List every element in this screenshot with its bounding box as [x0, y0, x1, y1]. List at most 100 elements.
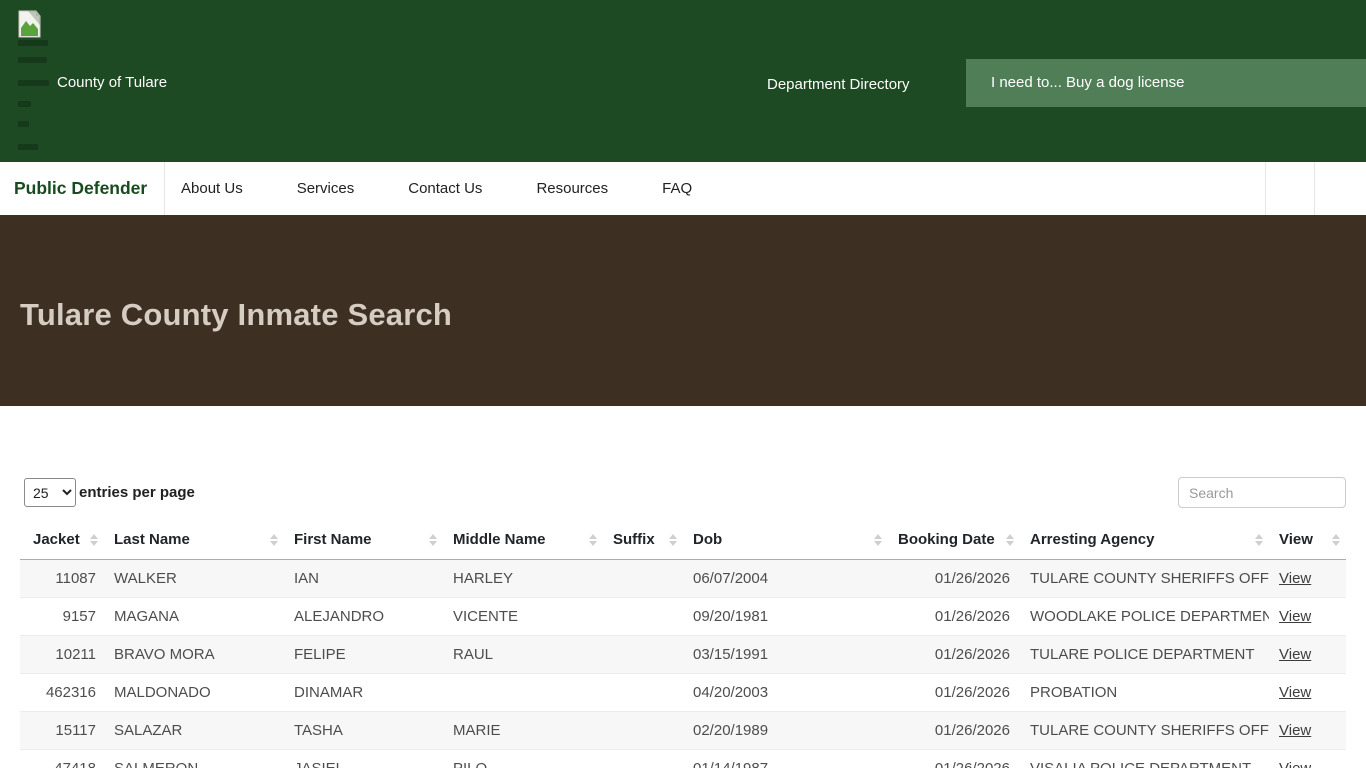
cell-arresting-agency: TULARE COUNTY SHERIFFS OFFICE	[1020, 560, 1269, 598]
view-link[interactable]: View	[1279, 684, 1311, 701]
sort-icon[interactable]	[589, 534, 597, 546]
main-nav: Public Defender About Us Services Contac…	[0, 162, 1366, 215]
cell-suffix	[603, 636, 683, 674]
entries-per-page: 25 entries per page	[24, 478, 195, 507]
column-header-arresting-agency[interactable]: Arresting Agency	[1020, 520, 1269, 560]
cell-middle-name: VICENTE	[443, 598, 603, 636]
cell-first-name: IAN	[284, 560, 443, 598]
cell-first-name: JASIEL	[284, 750, 443, 768]
cell-last-name: SALAZAR	[104, 712, 284, 750]
sort-icon[interactable]	[270, 534, 278, 546]
nav-item-resources[interactable]: Resources	[536, 180, 608, 197]
cell-last-name: SALMERON	[104, 750, 284, 768]
search-input[interactable]	[1178, 477, 1346, 508]
cell-jacket: 11087	[20, 560, 104, 598]
nav-item-about-us[interactable]: About Us	[181, 180, 243, 197]
cell-arresting-agency: VISALIA POLICE DEPARTMENT	[1020, 750, 1269, 768]
nav-item-services[interactable]: Services	[297, 180, 355, 197]
cell-arresting-agency: PROBATION	[1020, 674, 1269, 712]
cell-first-name: ALEJANDRO	[284, 598, 443, 636]
view-link[interactable]: View	[1279, 760, 1311, 768]
cell-jacket: 15117	[20, 712, 104, 750]
column-header-middle-name[interactable]: Middle Name	[443, 520, 603, 560]
sort-icon[interactable]	[1006, 534, 1014, 546]
nav-brand-public-defender[interactable]: Public Defender	[0, 162, 165, 215]
sort-icon[interactable]	[669, 534, 677, 546]
main-content: 25 entries per page Jacket Last Name Fir…	[0, 477, 1366, 768]
cell-middle-name: HARLEY	[443, 560, 603, 598]
sort-icon[interactable]	[90, 534, 98, 546]
entries-per-page-select[interactable]: 25	[24, 478, 76, 507]
cell-dob: 04/20/2003	[683, 674, 888, 712]
sort-icon[interactable]	[429, 534, 437, 546]
cell-dob: 01/14/1987	[683, 750, 888, 768]
cell-view: View	[1269, 560, 1346, 598]
site-name-link[interactable]: County of Tulare	[57, 74, 167, 91]
page-title: Tulare County Inmate Search	[0, 215, 1366, 333]
hidden-menu-line	[18, 101, 31, 107]
nav-item-faq[interactable]: FAQ	[662, 180, 692, 197]
nav-utility-cell[interactable]	[1265, 162, 1314, 215]
cell-booking-date: 01/26/2026	[888, 750, 1020, 768]
cell-jacket: 9157	[20, 598, 104, 636]
cell-arresting-agency: TULARE COUNTY SHERIFFS OFFICE	[1020, 712, 1269, 750]
sort-icon[interactable]	[1332, 534, 1340, 546]
cell-dob: 09/20/1981	[683, 598, 888, 636]
cell-suffix	[603, 598, 683, 636]
cell-dob: 06/07/2004	[683, 560, 888, 598]
entries-per-page-label: entries per page	[79, 484, 195, 501]
view-link[interactable]: View	[1279, 646, 1311, 663]
hero-banner: Tulare County Inmate Search	[0, 215, 1366, 406]
department-directory-link[interactable]: Department Directory	[767, 76, 910, 93]
nav-items: About Us Services Contact Us Resources F…	[165, 162, 692, 215]
hidden-menu-line	[18, 80, 49, 86]
cell-first-name: TASHA	[284, 712, 443, 750]
hidden-menu-line	[18, 40, 48, 46]
cell-first-name: DINAMAR	[284, 674, 443, 712]
column-header-jacket[interactable]: Jacket	[20, 520, 104, 560]
page: County of Tulare Department Directory I …	[0, 0, 1366, 768]
cell-middle-name: RAUL	[443, 636, 603, 674]
view-link[interactable]: View	[1279, 722, 1311, 739]
sort-icon[interactable]	[1255, 534, 1263, 546]
table-header-row: Jacket Last Name First Name Middle Name …	[20, 520, 1346, 560]
cell-booking-date: 01/26/2026	[888, 712, 1020, 750]
cell-booking-date: 01/26/2026	[888, 636, 1020, 674]
cell-jacket: 47418	[20, 750, 104, 768]
view-link[interactable]: View	[1279, 608, 1311, 625]
hidden-menu-line	[18, 144, 38, 150]
cell-last-name: MALDONADO	[104, 674, 284, 712]
cell-booking-date: 01/26/2026	[888, 560, 1020, 598]
cell-suffix	[603, 712, 683, 750]
column-header-last-name[interactable]: Last Name	[104, 520, 284, 560]
i-need-to-label: I need to... Buy a dog license	[991, 74, 1184, 91]
sort-icon[interactable]	[874, 534, 882, 546]
cell-view: View	[1269, 674, 1346, 712]
cell-arresting-agency: WOODLAKE POLICE DEPARTMENT	[1020, 598, 1269, 636]
column-header-booking-date[interactable]: Booking Date	[888, 520, 1020, 560]
cell-middle-name: PILO	[443, 750, 603, 768]
hidden-menu-line	[18, 57, 47, 63]
cell-booking-date: 01/26/2026	[888, 598, 1020, 636]
cell-view: View	[1269, 636, 1346, 674]
cell-middle-name	[443, 674, 603, 712]
table-row: 15117 SALAZAR TASHA MARIE 02/20/1989 01/…	[20, 712, 1346, 750]
cell-booking-date: 01/26/2026	[888, 674, 1020, 712]
nav-utility-cell[interactable]	[1314, 162, 1366, 215]
inmate-table: Jacket Last Name First Name Middle Name …	[20, 520, 1346, 768]
column-header-first-name[interactable]: First Name	[284, 520, 443, 560]
cell-last-name: MAGANA	[104, 598, 284, 636]
table-row: 9157 MAGANA ALEJANDRO VICENTE 09/20/1981…	[20, 598, 1346, 636]
table-row: 11087 WALKER IAN HARLEY 06/07/2004 01/26…	[20, 560, 1346, 598]
cell-jacket: 10211	[20, 636, 104, 674]
i-need-to-dropdown[interactable]: I need to... Buy a dog license	[966, 59, 1366, 107]
nav-item-contact-us[interactable]: Contact Us	[408, 180, 482, 197]
cell-view: View	[1269, 598, 1346, 636]
column-header-suffix[interactable]: Suffix	[603, 520, 683, 560]
column-header-dob[interactable]: Dob	[683, 520, 888, 560]
column-header-view[interactable]: View	[1269, 520, 1346, 560]
nav-right-cells	[1265, 162, 1366, 215]
cell-last-name: BRAVO MORA	[104, 636, 284, 674]
cell-dob: 02/20/1989	[683, 712, 888, 750]
view-link[interactable]: View	[1279, 570, 1311, 587]
